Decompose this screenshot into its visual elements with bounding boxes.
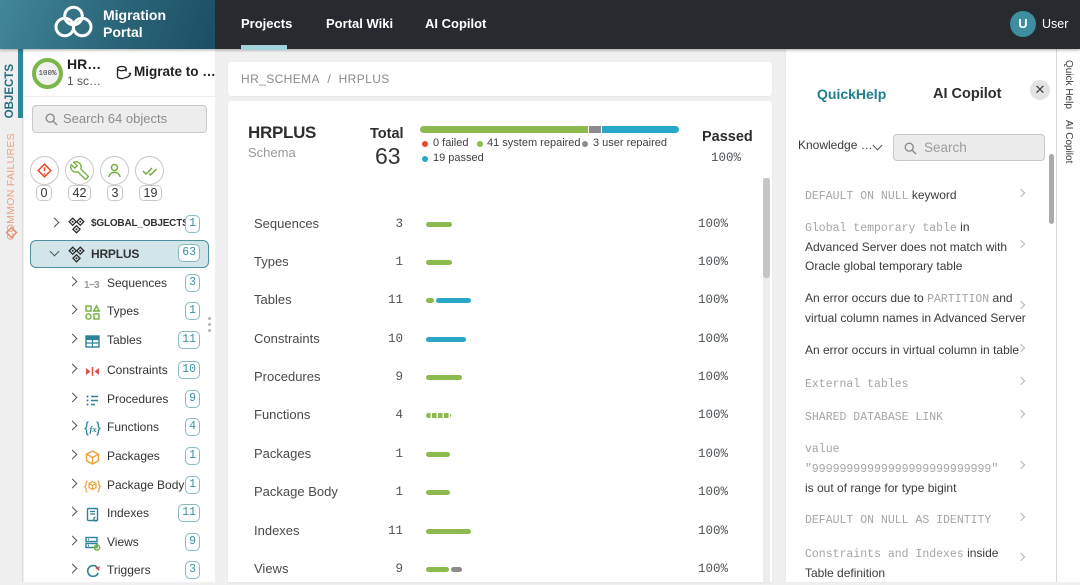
svg-text:1: 1	[84, 280, 90, 291]
svg-text:3: 3	[94, 280, 100, 291]
svg-text:fx: fx	[90, 424, 98, 434]
